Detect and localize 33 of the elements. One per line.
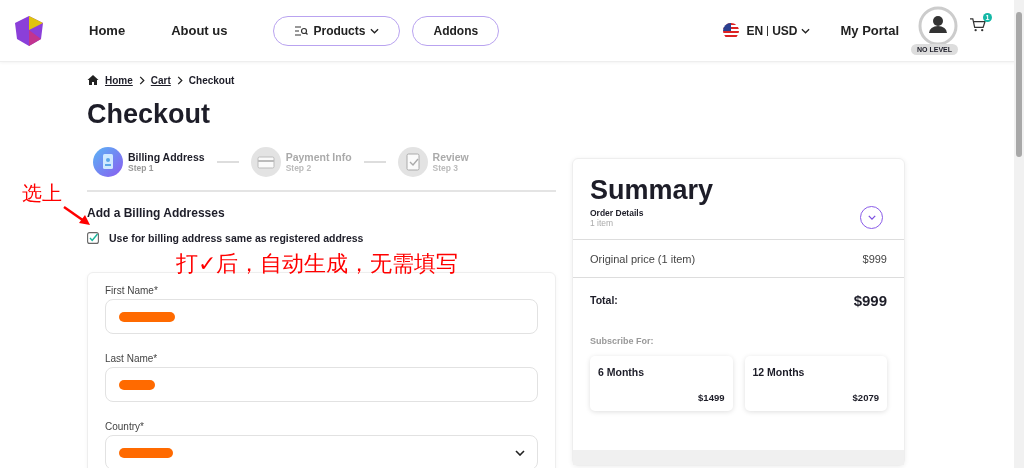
step-number: Step 2 — [285, 163, 313, 173]
breadcrumb-link[interactable]: Cart — [150, 74, 171, 86]
page-title: Checkout — [87, 99, 212, 130]
field-label: Country* — [105, 421, 145, 432]
nav-link[interactable]: About us — [171, 23, 228, 38]
summary-value: $999 — [862, 252, 887, 265]
products-menu-button[interactable]: Products — [273, 15, 401, 46]
checkbox-label: Use for billing address same as registered address — [109, 232, 364, 244]
annotation-text: 打✓后，自动生成，无需填写 — [176, 250, 459, 278]
nav-button[interactable]: Addons — [412, 15, 500, 46]
portal-link[interactable]: My Portal — [840, 23, 899, 38]
summary-label: Total: — [590, 294, 618, 306]
subscribe-label: Subscribe For: — [590, 336, 655, 346]
step-label: Billing Address — [128, 151, 205, 163]
step-label: Payment Info — [285, 151, 352, 163]
step-number: Step 1 — [128, 163, 155, 173]
plan-option[interactable]: 6 Months $1499 — [590, 356, 733, 411]
breadcrumb-current: Checkout — [188, 74, 235, 86]
section-title: Add a Billing Addresses — [87, 206, 226, 220]
breadcrumb-link[interactable]: Home — [105, 74, 133, 86]
field-label: Last Name* — [105, 353, 159, 364]
item-count: 1 item — [590, 217, 615, 228]
order-details-label: Order Details — [590, 207, 644, 218]
summary-label: Original price (1 item) — [590, 252, 696, 265]
step-label: Review — [432, 151, 469, 163]
summary-title: Summary — [590, 175, 715, 206]
field-label: First Name* — [105, 285, 159, 296]
nav-link[interactable]: Home — [89, 23, 126, 38]
plan-option[interactable]: 12 Months $2079 — [744, 356, 887, 411]
annotation-text: 选上 — [22, 180, 63, 207]
step-number: Step 3 — [432, 163, 460, 173]
language-currency-selector[interactable]: EN USD — [717, 21, 817, 40]
summary-value: $999 — [853, 291, 887, 309]
